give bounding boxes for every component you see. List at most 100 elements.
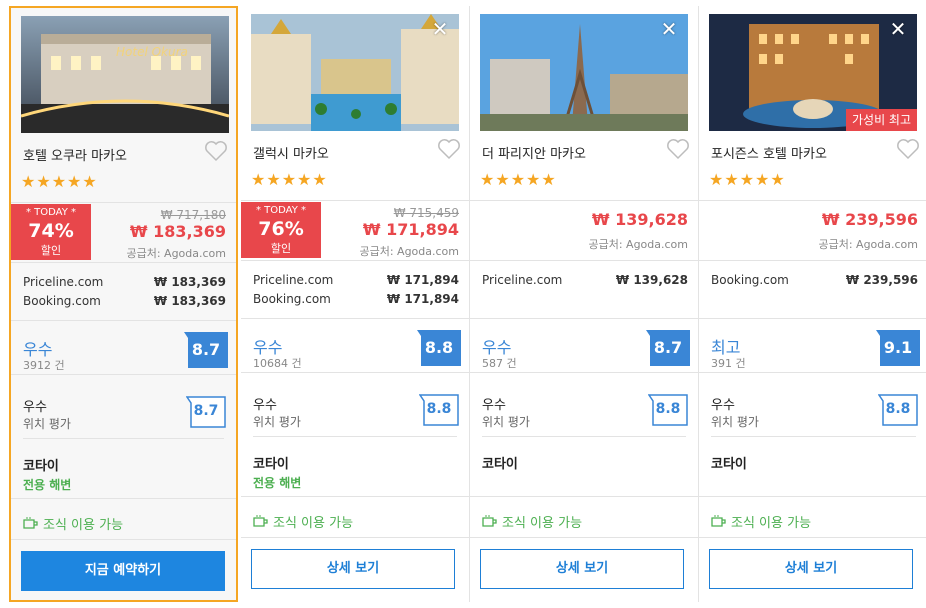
breakfast-available: 조식 이용 가능 — [711, 512, 811, 531]
today-label: * TODAY * — [25, 207, 77, 218]
provider-price[interactable]: ₩ 183,369 — [154, 275, 226, 289]
divider — [470, 260, 698, 261]
breakfast-label: 조식 이용 가능 — [43, 518, 124, 533]
divider — [241, 496, 469, 497]
divider — [23, 438, 224, 439]
location-rating-word: 우수 — [253, 398, 277, 413]
hotel-card-inner: ✕ 가성비 최고 포시즌스 호텔 마카오 ★★★★★ ₩ 239,596 공급처… — [699, 6, 926, 602]
close-icon[interactable]: ✕ — [887, 18, 909, 40]
location-score: 8.7 — [193, 403, 219, 419]
divider — [241, 372, 469, 373]
divider — [699, 537, 926, 538]
review-score: 8.7 — [653, 338, 683, 357]
hotel-name[interactable]: 갤럭시 마카오 — [253, 143, 329, 162]
location-score: 8.8 — [426, 401, 452, 417]
star-rating: ★★★★★ — [480, 170, 557, 189]
location-score: 8.8 — [655, 401, 681, 417]
heart-icon[interactable] — [437, 138, 461, 160]
divider — [11, 262, 236, 263]
divider — [711, 436, 916, 437]
details-button[interactable]: 상세 보기 — [251, 549, 455, 589]
hotel-name[interactable]: 호텔 오쿠라 마카오 — [23, 145, 127, 164]
divider — [11, 202, 236, 203]
hotel-photo[interactable]: Hotel Okura — [21, 16, 229, 133]
provider-name[interactable]: Booking.com — [711, 273, 789, 287]
heart-icon[interactable] — [666, 138, 690, 160]
divider — [699, 260, 926, 261]
book-now-button[interactable]: 지금 예약하기 — [21, 551, 225, 591]
area-name: 코타이 — [23, 459, 59, 474]
hotel-photo-image — [251, 14, 459, 131]
original-price: ₩ 717,180 — [160, 208, 226, 222]
area-name: 코타이 — [253, 457, 289, 472]
divider — [699, 200, 926, 201]
supplier-label: 공급처: Agoda.com — [126, 247, 226, 260]
provider-name[interactable]: Priceline.com — [23, 275, 103, 289]
provider-price[interactable]: ₩ 171,894 — [387, 292, 459, 306]
hotel-photo-image: Hotel Okura — [21, 16, 229, 133]
hotel-photo[interactable]: ✕ — [251, 14, 459, 131]
today-discount-badge: * TODAY * 74% 할인 — [11, 204, 91, 260]
provider-name[interactable]: Booking.com — [253, 292, 331, 306]
deal-price[interactable]: ₩ 239,596 — [822, 210, 918, 229]
location-rating-word: 우수 — [711, 398, 735, 413]
divider — [470, 200, 698, 201]
close-icon[interactable]: ✕ — [429, 18, 451, 40]
hotel-card-inner: Hotel Okura 호텔 오쿠라 마카오 ★★★★★ * TODAY * 7… — [11, 8, 236, 600]
hotel-card-inner: ✕ 갤럭시 마카오 ★★★★★ * TODAY * 76% 할인 ₩ 715,4… — [241, 6, 469, 602]
hotel-photo[interactable]: ✕ 가성비 최고 — [709, 14, 917, 131]
area-name: 코타이 — [711, 457, 747, 472]
details-button[interactable]: 상세 보기 — [480, 549, 684, 589]
breakfast-available: 조식 이용 가능 — [23, 514, 123, 533]
deal-price[interactable]: ₩ 139,628 — [592, 210, 688, 229]
divider — [470, 318, 698, 319]
deal-price[interactable]: ₩ 171,894 — [363, 220, 459, 239]
review-score-badge: 9.1 — [876, 330, 920, 366]
divider — [11, 374, 236, 375]
divider — [699, 496, 926, 497]
location-rating-label: 위치 평가 — [253, 415, 301, 429]
location-score-badge: 8.7 — [185, 396, 226, 428]
review-count[interactable]: 587 건 — [482, 355, 517, 371]
review-score: 8.8 — [424, 338, 454, 357]
provider-price[interactable]: ₩ 183,369 — [154, 294, 226, 308]
provider-name[interactable]: Priceline.com — [482, 273, 562, 287]
today-discount-badge: * TODAY * 76% 할인 — [241, 202, 321, 258]
divider — [241, 537, 469, 538]
divider — [482, 436, 686, 437]
private-beach-label: 전용 해변 — [253, 476, 302, 490]
hotel-photo-image — [480, 14, 688, 131]
divider — [699, 318, 926, 319]
provider-name[interactable]: Booking.com — [23, 294, 101, 308]
divider — [699, 372, 926, 373]
review-count[interactable]: 10684 건 — [253, 355, 302, 371]
provider-price[interactable]: ₩ 139,628 — [616, 273, 688, 287]
review-count[interactable]: 391 건 — [711, 355, 746, 371]
provider-price[interactable]: ₩ 239,596 — [846, 273, 918, 287]
heart-icon[interactable] — [204, 140, 228, 162]
best-value-badge: 가성비 최고 — [845, 109, 917, 131]
hotel-name[interactable]: 더 파리지안 마카오 — [482, 143, 586, 162]
review-score: 9.1 — [883, 338, 913, 357]
hotel-card-parisian[interactable]: ✕ 더 파리지안 마카오 ★★★★★ ₩ 139,628 공급처: Agoda.… — [470, 6, 699, 602]
details-button[interactable]: 상세 보기 — [709, 549, 913, 589]
supplier-label: 공급처: Agoda.com — [359, 245, 459, 258]
hotel-name[interactable]: 포시즌스 호텔 마카오 — [711, 143, 827, 162]
deal-price[interactable]: ₩ 183,369 — [130, 222, 226, 241]
heart-icon[interactable] — [896, 138, 920, 160]
close-icon[interactable]: ✕ — [658, 18, 680, 40]
hotel-photo[interactable]: ✕ — [480, 14, 688, 131]
hotel-card-okura[interactable]: Hotel Okura 호텔 오쿠라 마카오 ★★★★★ * TODAY * 7… — [9, 6, 238, 602]
coffee-cup-icon — [711, 515, 726, 527]
review-count[interactable]: 3912 건 — [23, 357, 65, 373]
provider-price[interactable]: ₩ 171,894 — [387, 273, 459, 287]
review-score-badge: 8.7 — [184, 332, 228, 368]
location-score-badge: 8.8 — [877, 394, 918, 426]
provider-name[interactable]: Priceline.com — [253, 273, 333, 287]
hotel-card-galaxy[interactable]: ✕ 갤럭시 마카오 ★★★★★ * TODAY * 76% 할인 ₩ 715,4… — [241, 6, 470, 602]
divider — [11, 498, 236, 499]
hotel-card-four-seasons[interactable]: ✕ 가성비 최고 포시즌스 호텔 마카오 ★★★★★ ₩ 239,596 공급처… — [699, 6, 926, 602]
breakfast-label: 조식 이용 가능 — [273, 516, 354, 531]
breakfast-label: 조식 이용 가능 — [502, 516, 583, 531]
svg-text:Hotel Okura: Hotel Okura — [116, 45, 188, 59]
